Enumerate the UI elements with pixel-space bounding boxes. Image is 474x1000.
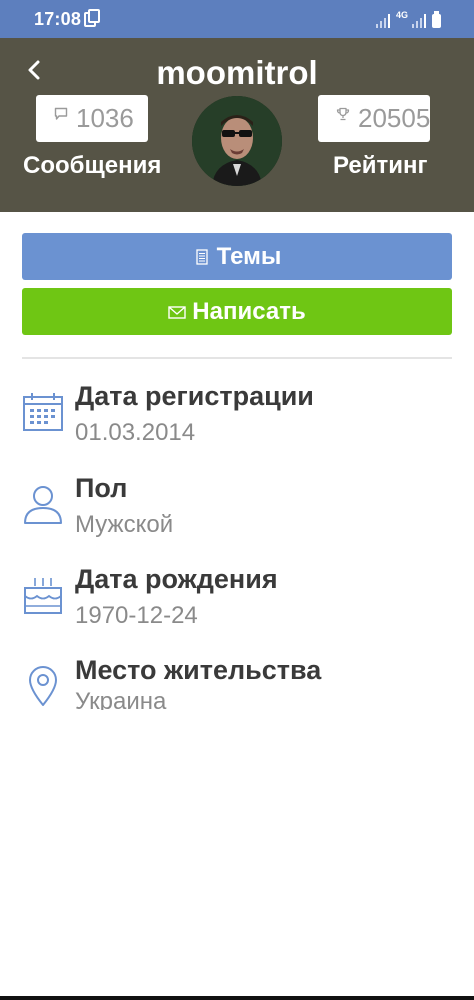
status-bar: 17:08 4G [0, 0, 474, 38]
trophy-icon [336, 107, 350, 121]
profile-header: moomitrol 1036 Сообщения 20505 Рейтинг [0, 38, 474, 212]
info-title: Дата рождения [75, 564, 278, 594]
calendar-icon [23, 393, 63, 431]
info-row-gender: Пол Мужской [22, 473, 452, 553]
chat-bubble-icon [54, 107, 68, 120]
navigation-bar-edge [0, 996, 474, 1000]
person-icon [24, 486, 62, 524]
topics-button-label: Темы [216, 242, 282, 270]
divider [22, 357, 452, 359]
write-message-button[interactable]: Написать [22, 288, 452, 335]
info-value: 01.03.2014 [75, 419, 196, 446]
topics-button[interactable]: Темы [22, 233, 452, 280]
status-time: 17:08 [34, 9, 82, 29]
rating-label: Рейтинг [333, 152, 428, 179]
write-message-button-label: Написать [192, 297, 306, 325]
info-value: 1970-12-24 [75, 602, 198, 629]
location-pin-icon [29, 666, 57, 706]
info-value: Украина [75, 688, 167, 710]
document-icon [195, 248, 208, 265]
birthday-cake-icon [24, 578, 62, 614]
rating-count: 20505 [358, 103, 431, 133]
info-row-residence: Место жительства Украина [22, 655, 452, 710]
sim-card-icon [84, 9, 100, 27]
avatar [192, 96, 282, 186]
rating-count-badge[interactable]: 20505 [318, 95, 430, 142]
signal-icon [412, 14, 426, 28]
envelope-icon [168, 305, 186, 319]
page-title: moomitrol [156, 54, 318, 91]
posts-count: 1036 [76, 103, 134, 133]
battery-icon [432, 11, 441, 28]
posts-count-badge[interactable]: 1036 [36, 95, 148, 142]
signal-icon [376, 14, 390, 28]
network-type: 4G [396, 10, 409, 20]
info-row-birth-date: Дата рождения 1970-12-24 [22, 564, 452, 644]
info-value: Мужской [75, 511, 174, 538]
info-title: Дата регистрации [75, 381, 314, 411]
info-row-registration-date: Дата регистрации 01.03.2014 [22, 381, 452, 461]
posts-label: Сообщения [23, 152, 162, 179]
info-title: Место жительства [75, 655, 322, 685]
info-title: Пол [75, 473, 128, 503]
